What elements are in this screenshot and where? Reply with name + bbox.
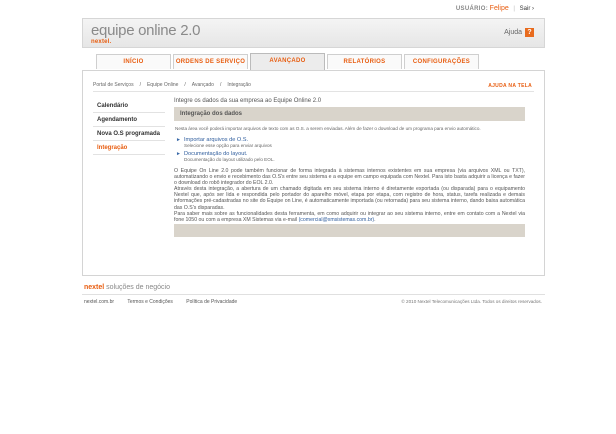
- footer-divider: [82, 294, 545, 295]
- paragraph: Para saber mais sobre as funcionalidades…: [174, 211, 525, 223]
- email-link[interactable]: (comercial@xmsistemas.com.br): [299, 217, 375, 223]
- help-on-screen-link[interactable]: AJUDA NA TELA: [488, 83, 532, 89]
- footer-link-terms[interactable]: Termos e Condições: [127, 299, 173, 305]
- tab-avancado[interactable]: AVANÇADO: [250, 53, 325, 70]
- section-footer-bar: [174, 223, 525, 237]
- footer-links: nextel.com.br Termos e Condições Polític…: [84, 299, 249, 305]
- user-label: USUÁRIO:: [455, 6, 488, 12]
- user-bar-separator: |: [513, 6, 515, 12]
- integration-text: O Equipe On Line 2.0 pode também funcion…: [174, 168, 525, 223]
- footer-link-nextel[interactable]: nextel.com.br: [84, 299, 114, 305]
- copyright: © 2010 Nextel Telecomunicações Ltda. Tod…: [401, 299, 542, 304]
- main-section: Integre os dados da sua empresa ao Equip…: [174, 98, 525, 237]
- sidebar-item-agendamento[interactable]: Agendamento: [93, 113, 165, 127]
- sidebar: Calendário Agendamento Nova O.S programa…: [93, 99, 165, 155]
- footer-link-privacy[interactable]: Política de Privacidade: [186, 299, 237, 305]
- tab-ordens-de-servico[interactable]: ORDENS DE SERVIÇO: [173, 54, 248, 69]
- arrow-right-icon: ►: [176, 137, 181, 143]
- tab-relatorios[interactable]: RELATÓRIOS: [327, 54, 402, 69]
- sidebar-item-nova-os-programada[interactable]: Nova O.S programada: [93, 127, 165, 141]
- paragraph: Através desta integração, a abertura de …: [174, 186, 525, 211]
- nextel-logo: nextel.: [91, 39, 112, 45]
- app-header: equipe online 2.0 nextel. Ajuda ?: [82, 18, 545, 48]
- user-name[interactable]: Felipe: [490, 5, 509, 12]
- paragraph-end: .: [374, 216, 376, 223]
- user-bar: USUÁRIO: Felipe | Sair ›: [456, 5, 534, 12]
- tab-configuracoes[interactable]: CONFIGURAÇÕES: [404, 54, 479, 69]
- tab-inicio[interactable]: INÍCIO: [96, 54, 171, 69]
- paragraph: O Equipe On Line 2.0 pode também funcion…: [174, 168, 525, 187]
- import-os-link-subtitle: Selecione esse opção para enviar arquivo…: [184, 143, 272, 148]
- breadcrumb: Portal de Serviços / Equipe Online / Avançad…: [93, 82, 251, 88]
- app-title: equipe online 2.0: [91, 22, 201, 39]
- footer-logo-brand: nextel: [84, 284, 105, 291]
- breadcrumb-separator: /: [139, 82, 141, 88]
- section-description: Nesta área você poderá importar arquivos…: [175, 126, 481, 131]
- sidebar-item-integracao[interactable]: Integração: [93, 141, 165, 155]
- logout-link[interactable]: Sair ›: [520, 6, 534, 12]
- footer-logo-tagline: soluções de negócio: [104, 284, 171, 291]
- breadcrumb-item-current: Integração: [227, 82, 251, 88]
- breadcrumb-item[interactable]: Avançado: [192, 82, 214, 88]
- arrow-right-icon: ►: [176, 151, 181, 157]
- help-button[interactable]: Ajuda ?: [504, 28, 534, 37]
- divider: [93, 91, 534, 92]
- action-links: ► Importar arquivos de O.S. Selecione es…: [174, 137, 525, 162]
- breadcrumb-separator: /: [184, 82, 186, 88]
- breadcrumb-separator: /: [219, 82, 222, 88]
- breadcrumb-item[interactable]: Equipe Online: [147, 82, 178, 88]
- page-intro: Integre os dados da sua empresa ao Equip…: [174, 98, 322, 104]
- layout-docs-link-subtitle: Documentação do layout utilizado pelo EO…: [184, 157, 275, 162]
- layout-docs-link[interactable]: ► Documentação do layout. Documentação d…: [176, 151, 525, 162]
- section-title: Integração dos dados: [174, 107, 525, 121]
- content-panel: Portal de Serviços / Equipe Online / Avançad…: [82, 70, 545, 276]
- breadcrumb-item[interactable]: Portal de Serviços: [93, 82, 134, 88]
- help-label[interactable]: Ajuda: [504, 29, 522, 36]
- footer-logo: nextel soluções de negócio: [84, 284, 170, 291]
- help-icon[interactable]: ?: [525, 28, 534, 37]
- sidebar-item-calendario[interactable]: Calendário: [93, 99, 165, 113]
- import-os-link[interactable]: ► Importar arquivos de O.S. Selecione es…: [176, 137, 525, 148]
